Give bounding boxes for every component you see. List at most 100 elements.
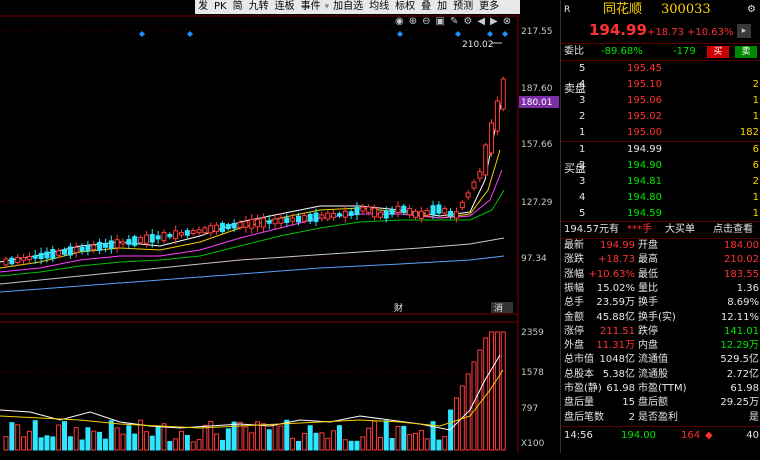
candle-body — [155, 235, 161, 240]
settings-gear-icon[interactable]: ⚙ — [747, 2, 756, 18]
candle-body — [38, 252, 44, 260]
right-arrow-icon[interactable]: ▶ — [490, 16, 498, 27]
candle-body — [132, 236, 138, 246]
toolbar-item-jiuzhuan[interactable]: 九转 — [246, 0, 272, 14]
volume-bar — [3, 436, 9, 451]
toolbar-item-shijian[interactable]: 事件 — [298, 0, 324, 14]
toolbar-item-add[interactable]: 加 — [434, 0, 450, 14]
ask-row[interactable]: 5 195.45 — [561, 61, 760, 77]
draw-icon[interactable]: ✎ — [450, 16, 458, 27]
kline-chart[interactable]: 210.02 财 消 217.55 187.60 180.01 157.66 1… — [0, 0, 560, 453]
ask-row[interactable]: 1 195.00 182 — [561, 125, 760, 141]
stat-value: 529.5亿 — [720, 354, 759, 366]
tab-big-orders[interactable]: 大买单 — [665, 222, 695, 238]
stat-label: 振幅 — [564, 282, 584, 294]
ask-level: 5 — [579, 63, 586, 74]
stat-value: 12.11% — [720, 311, 759, 323]
ask-level: 1 — [579, 127, 586, 138]
sell-button[interactable]: 卖 — [735, 46, 757, 58]
candle-body — [489, 122, 495, 154]
stat-label: 量比 — [638, 282, 658, 294]
candle-body — [459, 201, 465, 209]
camera-icon[interactable]: ▣ — [436, 16, 445, 27]
ask-row[interactable]: 3 195.06 1 — [561, 93, 760, 109]
ask-row[interactable]: 2 195.02 1 — [561, 109, 760, 125]
volume-bar — [62, 421, 67, 451]
volume-bar — [307, 425, 313, 451]
eye-icon[interactable]: ◉ — [395, 16, 404, 27]
volume-bar — [395, 425, 401, 451]
zoom-out-icon[interactable]: ⊖ — [422, 16, 430, 27]
volume-bar — [284, 419, 290, 451]
bid-price: 194.59 — [627, 208, 662, 219]
stat-row: 外盘 11.31万 内盘 12.29万 — [561, 339, 760, 353]
tick-volume: 164 — [681, 430, 701, 441]
volume-bar — [477, 349, 483, 451]
tab-price-level[interactable]: 194.57元有 — [564, 222, 619, 238]
candle-body — [331, 213, 337, 218]
left-arrow-icon[interactable]: ◀ — [477, 16, 485, 27]
volume-bar — [126, 425, 132, 451]
toolbar-item-lianban[interactable]: 连板 — [272, 0, 298, 14]
candle-body — [85, 245, 91, 252]
stat-label: 总股本 — [564, 368, 594, 380]
candle-body — [494, 100, 500, 132]
weibi-label: 委比 — [564, 46, 584, 57]
stat-value: 5.38亿 — [602, 368, 635, 380]
volume-bar — [436, 439, 442, 451]
candle-body — [284, 217, 290, 223]
volume-bar — [38, 437, 44, 451]
settings-icon[interactable]: ⚙ — [463, 16, 472, 27]
stat-value: 45.88亿 — [596, 311, 635, 323]
bid-volume: 2 — [752, 176, 759, 187]
stock-name: 同花顺 — [603, 2, 643, 17]
kline-chart-area[interactable]: 210.02 财 消 217.55 187.60 180.01 157.66 1… — [0, 0, 560, 453]
volume-bar — [9, 422, 15, 451]
tab-click-view[interactable]: 点击查看 — [713, 222, 753, 238]
current-price-tag: 180.01 — [521, 98, 553, 108]
bid-row[interactable]: 4 194.80 1 — [561, 190, 760, 206]
stat-value: 210.02 — [724, 254, 759, 266]
toolbar-item-adjust[interactable]: 标权 — [392, 0, 418, 14]
volume-bar — [50, 436, 56, 451]
candle-body — [32, 255, 38, 259]
candle-body — [255, 219, 261, 228]
bid-row[interactable]: 2 194.90 6 — [561, 158, 760, 174]
candle-body — [465, 192, 471, 198]
volume-bar — [360, 436, 366, 451]
stat-row: 振幅 15.02% 量比 1.36 — [561, 282, 760, 296]
chart-toolbar: 发 PK 简 九转 连板 事件 ▾ 加自选 均线 标权 叠 加 预测 更多 — [195, 0, 520, 14]
close-icon[interactable]: ⊗ — [503, 16, 511, 27]
candle-body — [290, 217, 296, 222]
tick-price: 194.00 — [621, 430, 656, 441]
candle-body — [407, 208, 413, 216]
volume-bar — [255, 421, 261, 451]
stat-value: 是 — [749, 411, 759, 423]
candle-body — [453, 211, 459, 219]
ask-row[interactable]: 4 195.10 2 — [561, 77, 760, 93]
toolbar-item-more[interactable]: 更多 — [476, 0, 502, 14]
stat-value: 15 — [622, 397, 635, 409]
toolbar-item-pk[interactable]: PK — [211, 0, 230, 14]
toolbar-item-forecast[interactable]: 预测 — [450, 0, 476, 14]
price-tick: 157.66 — [521, 140, 553, 150]
bid-row[interactable]: 5 194.59 1 — [561, 206, 760, 222]
candle-body — [296, 215, 301, 223]
tab-hidden-lots[interactable]: ***手 — [627, 222, 652, 238]
stat-row: 涨幅 +10.63% 最低 183.55 — [561, 268, 760, 282]
zoom-in-icon[interactable]: ⊕ — [409, 16, 417, 27]
candle-body — [108, 240, 114, 249]
toolbar-item-jian[interactable]: 简 — [230, 0, 246, 14]
stat-label: 盘后笔数 — [564, 411, 604, 423]
more-button[interactable]: ▸ — [737, 24, 751, 38]
toolbar-item-moving-average[interactable]: 均线 — [366, 0, 392, 14]
bid-row[interactable]: 1 194.99 6 — [561, 142, 760, 158]
bid-row[interactable]: 3 194.81 2 — [561, 174, 760, 190]
volume-bar — [73, 427, 79, 451]
toolbar-item-add-favorite[interactable]: 加自选 — [330, 0, 366, 14]
toolbar-item-overlay[interactable]: 叠 — [418, 0, 434, 14]
volume-bar — [272, 424, 278, 451]
buy-button[interactable]: 买 — [707, 46, 729, 58]
volume-bar — [184, 434, 190, 451]
toolbar-item-fa[interactable]: 发 — [195, 0, 211, 14]
